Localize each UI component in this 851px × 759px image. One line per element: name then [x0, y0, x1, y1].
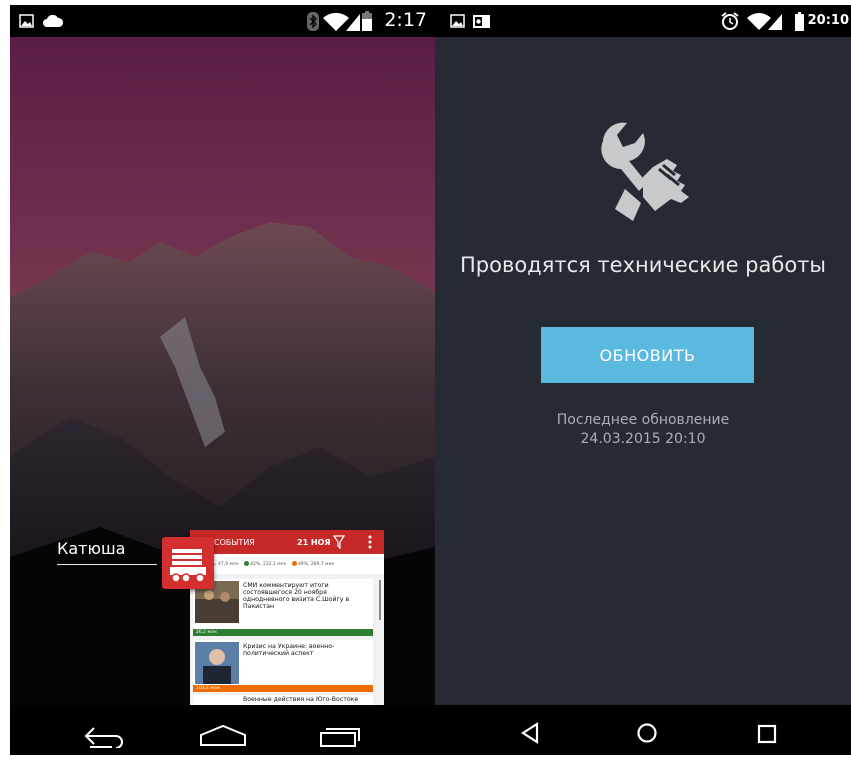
status-time: 20:10 — [807, 13, 849, 28]
news-thumbnail — [195, 642, 239, 684]
nav-bar — [10, 705, 435, 755]
card-scrollbar[interactable] — [379, 580, 381, 620]
alarm-icon — [721, 12, 739, 30]
app-label[interactable]: Катюша — [57, 539, 125, 558]
legend-item: 49%, 269,7 млн — [297, 562, 335, 567]
recents-icon[interactable] — [757, 724, 777, 744]
left-screen: 2:17 Катюша СОБЫТИЯ 21 НОЯ 9%, 47,9 млн … — [10, 5, 435, 755]
signal-icon — [768, 14, 782, 30]
last-update-date: 24.03.2015 20:10 — [580, 431, 706, 447]
legend-item: 42%, 232,1 млн — [250, 562, 287, 567]
maintenance-title: Проводятся технические работы — [459, 253, 826, 277]
recents-icon[interactable] — [317, 723, 363, 747]
status-bar: 20:10 — [435, 5, 851, 37]
refresh-button[interactable]: ОБНОВИТЬ — [541, 327, 754, 383]
battery-icon — [362, 11, 372, 31]
right-screen: 20:10 Проводятся технические работы ОБНО… — [435, 5, 851, 755]
battery-icon — [795, 12, 804, 31]
status-time: 2:17 — [384, 9, 427, 31]
last-update-label: Последнее обновление — [556, 412, 730, 428]
outlook-icon — [473, 15, 490, 28]
rocket-launcher-icon — [170, 549, 206, 583]
home-icon[interactable] — [636, 722, 658, 744]
signal-icon — [346, 14, 360, 31]
more-icon[interactable] — [368, 535, 372, 549]
news-item[interactable]: СМИ комментируют итоги состоявшегося 20 … — [193, 579, 373, 636]
news-item[interactable]: Военные действия на Юго-Востоке — [193, 695, 373, 705]
katyusha-app-icon[interactable] — [162, 537, 214, 589]
status-bar: 2:17 — [10, 5, 435, 37]
card-header-date: 21 НОЯ — [297, 538, 331, 547]
news-headline: СМИ комментируют итоги состоявшегося 20 … — [243, 582, 350, 610]
bluetooth-icon — [307, 12, 319, 31]
back-icon[interactable] — [519, 721, 541, 745]
news-stat-bar: 103,4 млн — [193, 685, 373, 692]
news-item[interactable]: Кризис на Украине: военно-политический а… — [193, 640, 373, 692]
news-stat-bar: 26,2 млн — [193, 629, 373, 636]
nav-bar — [435, 705, 851, 755]
card-legend: 9%, 47,9 млн 42%, 232,1 млн 49%, 269,7 м… — [190, 554, 384, 574]
cloud-icon — [43, 14, 64, 27]
card-header-title: СОБЫТИЯ — [214, 538, 255, 547]
home-icon[interactable] — [198, 723, 248, 747]
image-icon — [450, 14, 465, 28]
filter-icon[interactable] — [333, 535, 345, 549]
card-header: СОБЫТИЯ 21 НОЯ — [190, 530, 384, 554]
legend-dot — [244, 561, 250, 566]
label-underline — [57, 564, 157, 565]
recent-app-card[interactable]: СОБЫТИЯ 21 НОЯ 9%, 47,9 млн 42%, 232,1 м… — [190, 530, 384, 705]
news-headline: Военные действия на Юго-Востоке — [243, 696, 359, 703]
back-icon[interactable] — [82, 724, 126, 748]
tools-icon — [601, 122, 689, 221]
legend-dot — [291, 561, 297, 566]
news-headline: Кризис на Украине: военно-политический а… — [243, 643, 335, 657]
image-icon — [19, 14, 34, 28]
